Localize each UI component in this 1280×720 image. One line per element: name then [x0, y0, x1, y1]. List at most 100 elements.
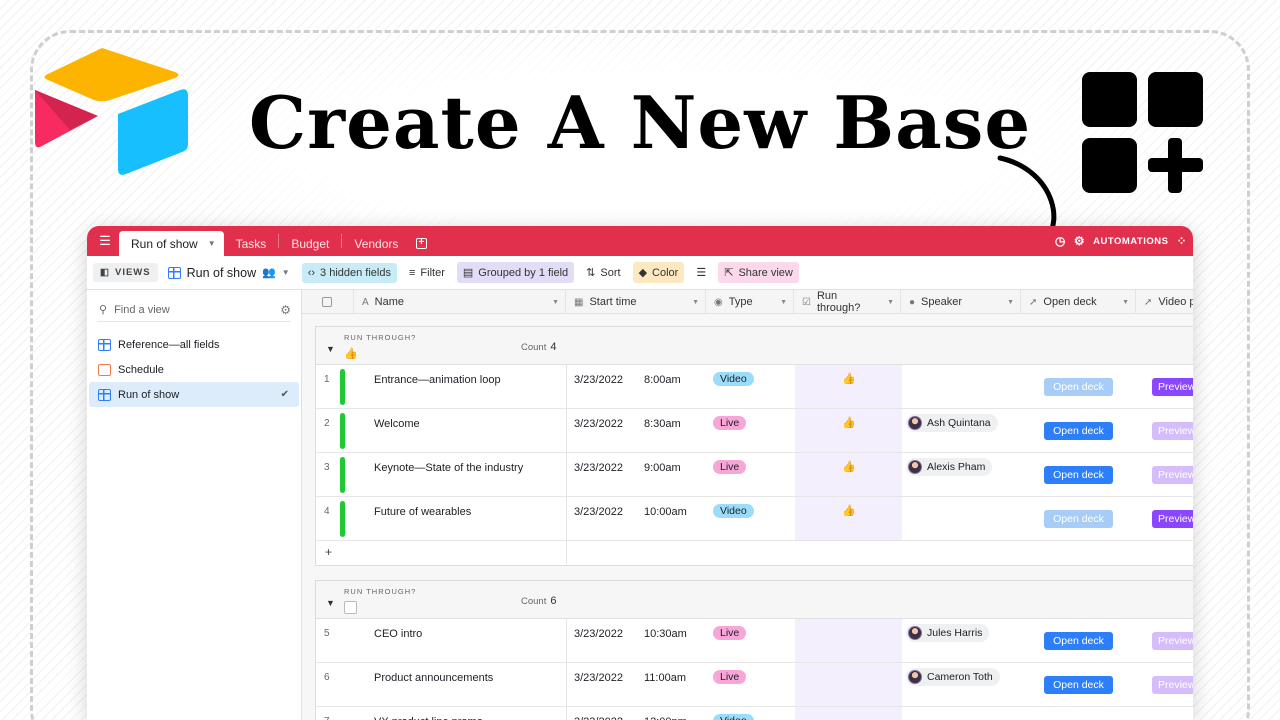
- preview-button[interactable]: Preview: [1152, 422, 1193, 440]
- type-badge[interactable]: Video: [713, 714, 754, 720]
- type-badge[interactable]: Video: [713, 372, 754, 386]
- cell-run-through[interactable]: 👍: [795, 497, 902, 540]
- column-header-type[interactable]: ◉ Type ▼: [706, 290, 794, 314]
- select-all-checkbox[interactable]: [302, 290, 354, 314]
- cell-date[interactable]: 3/23/2022: [574, 716, 623, 720]
- column-header-run-through[interactable]: ☑ Run through? ▼: [794, 290, 901, 314]
- gear-icon[interactable]: ⚙: [280, 303, 291, 317]
- table-row[interactable]: 7 VX product line promo 3/23/2022 12:00pm Vi…: [316, 707, 1193, 720]
- preview-button[interactable]: Preview: [1152, 676, 1193, 694]
- cell-date[interactable]: 3/23/2022: [574, 462, 623, 474]
- open-deck-button[interactable]: Open deck: [1044, 422, 1113, 440]
- open-deck-button[interactable]: Open deck: [1044, 632, 1113, 650]
- preview-button[interactable]: Preview: [1152, 632, 1193, 650]
- cell-run-through[interactable]: 👍: [795, 409, 902, 452]
- table-row[interactable]: 3 Keynote—State of the industry 3/23/2022 9…: [316, 453, 1193, 497]
- preview-button[interactable]: Preview: [1152, 466, 1193, 484]
- type-badge[interactable]: Live: [713, 416, 747, 430]
- group-header[interactable]: RUN THROUGH? ▼ Count 6: [316, 581, 1193, 619]
- apps-icon[interactable]: ⁘: [1176, 234, 1187, 248]
- chevron-down-icon[interactable]: ▼: [1007, 299, 1014, 306]
- open-deck-button[interactable]: Open deck: [1044, 510, 1113, 528]
- history-icon[interactable]: ◷: [1055, 234, 1066, 248]
- automations-button[interactable]: AUTOMATIONS: [1093, 236, 1168, 247]
- chevron-down-icon[interactable]: ▼: [1122, 299, 1129, 306]
- group-button[interactable]: ▤ Grouped by 1 field: [456, 262, 575, 283]
- cell-name[interactable]: Keynote—State of the industry: [374, 462, 523, 474]
- cell-run-through[interactable]: [795, 619, 902, 662]
- cell-date[interactable]: 3/23/2022: [574, 506, 623, 518]
- table-row[interactable]: 2 Welcome 3/23/2022 8:30am Live 👍 Ash Quintana…: [316, 409, 1193, 453]
- add-record-button[interactable]: +: [316, 541, 1193, 565]
- sort-button[interactable]: ⇅ Sort: [580, 262, 626, 283]
- type-badge[interactable]: Live: [713, 460, 747, 474]
- cell-date[interactable]: 3/23/2022: [574, 374, 623, 386]
- speaker-chip[interactable]: Cameron Toth: [906, 668, 1000, 686]
- cell-name[interactable]: Future of wearables: [374, 506, 471, 518]
- menu-icon[interactable]: ☰: [95, 226, 115, 256]
- chevron-down-icon[interactable]: ▼: [887, 299, 894, 306]
- sidebar-item-schedule[interactable]: Schedule: [89, 357, 299, 382]
- cell-name[interactable]: Entrance—animation loop: [374, 374, 501, 386]
- cell-name[interactable]: Product announcements: [374, 672, 493, 684]
- column-header-start-time[interactable]: ▦ Start time ▼: [566, 290, 706, 314]
- cell-time[interactable]: 10:30am: [644, 628, 687, 640]
- open-deck-button[interactable]: Open deck: [1044, 676, 1113, 694]
- column-header-video-preview[interactable]: ➚ Video p: [1136, 290, 1193, 314]
- cell-time[interactable]: 8:00am: [644, 374, 681, 386]
- type-badge[interactable]: Live: [713, 626, 747, 640]
- cell-name[interactable]: VX product line promo: [374, 716, 483, 720]
- table-row[interactable]: 5 CEO intro 3/23/2022 10:30am Live Jules Harr…: [316, 619, 1193, 663]
- cell-run-through[interactable]: [795, 663, 902, 706]
- cell-time[interactable]: 10:00am: [644, 506, 687, 518]
- cell-run-through[interactable]: [795, 707, 902, 720]
- hidden-fields-button[interactable]: ‹› 3 hidden fields: [301, 262, 397, 283]
- cell-date[interactable]: 3/23/2022: [574, 418, 623, 430]
- cell-time[interactable]: 11:00am: [644, 672, 686, 684]
- chevron-down-icon[interactable]: ▼: [208, 239, 216, 248]
- cell-run-through[interactable]: 👍: [795, 453, 902, 496]
- preview-button[interactable]: Preview: [1152, 378, 1193, 396]
- automations-icon[interactable]: ⚙: [1074, 234, 1085, 248]
- open-deck-button[interactable]: Open deck: [1044, 378, 1113, 396]
- open-deck-button[interactable]: Open deck: [1044, 466, 1113, 484]
- table-row[interactable]: 6 Product announcements 3/23/2022 11:00am Li…: [316, 663, 1193, 707]
- sidebar-item-reference[interactable]: Reference—all fields: [89, 332, 299, 357]
- chevron-down-icon[interactable]: ▼: [552, 299, 559, 306]
- preview-button[interactable]: Preview: [1152, 510, 1193, 528]
- collapse-caret-icon[interactable]: ▼: [326, 344, 335, 354]
- cell-time[interactable]: 12:00pm: [644, 716, 687, 720]
- tab-vendors[interactable]: Vendors: [342, 231, 410, 256]
- share-view-button[interactable]: ⇱ Share view: [718, 262, 799, 283]
- color-button[interactable]: ◆ Color: [632, 262, 685, 283]
- chevron-down-icon[interactable]: ▼: [692, 299, 699, 306]
- tab-budget[interactable]: Budget: [279, 231, 341, 256]
- add-table-button[interactable]: +: [410, 231, 432, 256]
- table-row[interactable]: 4 Future of wearables 3/23/2022 10:00am Vide…: [316, 497, 1193, 541]
- table-row[interactable]: 1 Entrance—animation loop 3/23/2022 8:00am V…: [316, 365, 1193, 409]
- cell-name[interactable]: Welcome: [374, 418, 420, 430]
- cell-time[interactable]: 8:30am: [644, 418, 681, 430]
- cell-date[interactable]: 3/23/2022: [574, 628, 623, 640]
- group-header[interactable]: RUN THROUGH? ▼ 👍 Count 4: [316, 327, 1193, 365]
- cell-name[interactable]: CEO intro: [374, 628, 422, 640]
- speaker-chip[interactable]: Ash Quintana: [906, 414, 998, 432]
- tab-run-of-show[interactable]: Run of show ▼: [119, 231, 224, 256]
- chevron-down-icon[interactable]: ▼: [780, 299, 787, 306]
- cell-run-through[interactable]: 👍: [795, 365, 902, 408]
- view-switcher[interactable]: Run of show 👥 ▼: [167, 266, 290, 280]
- cell-time[interactable]: 9:00am: [644, 462, 681, 474]
- speaker-chip[interactable]: Alexis Pham: [906, 458, 993, 476]
- views-toggle-button[interactable]: ◧ VIEWS: [93, 263, 158, 282]
- type-badge[interactable]: Video: [713, 504, 754, 518]
- collapse-caret-icon[interactable]: ▼: [326, 598, 335, 608]
- column-header-speaker[interactable]: ● Speaker ▼: [901, 290, 1021, 314]
- filter-button[interactable]: ≡ Filter: [403, 263, 451, 283]
- row-height-button[interactable]: ☰: [690, 262, 712, 283]
- cell-date[interactable]: 3/23/2022: [574, 672, 623, 684]
- column-header-name[interactable]: A Name ▼: [354, 290, 566, 314]
- speaker-chip[interactable]: Jules Harris: [906, 624, 990, 642]
- column-header-open-deck[interactable]: ➚ Open deck ▼: [1021, 290, 1136, 314]
- find-view-field[interactable]: ⚲ Find a view ⚙: [97, 298, 291, 322]
- tab-tasks[interactable]: Tasks: [224, 231, 279, 256]
